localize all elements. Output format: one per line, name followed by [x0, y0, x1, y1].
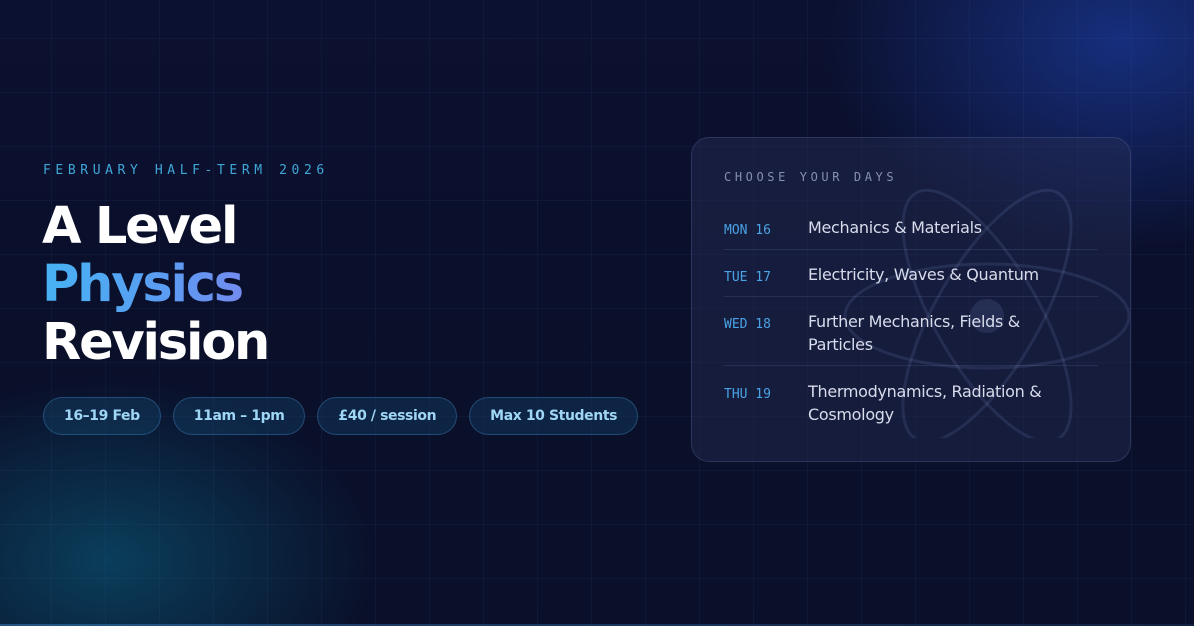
schedule-row-wed[interactable]: WED 18 Further Mechanics, Fields & Parti… — [724, 297, 1098, 366]
schedule-row-tue[interactable]: TUE 17 Electricity, Waves & Quantum — [724, 250, 1098, 297]
schedule-day: TUE 17 — [724, 270, 771, 285]
schedule-day: WED 18 — [724, 317, 771, 332]
chip-dates: 16–19 Feb — [43, 397, 161, 435]
schedule-day: MON 16 — [724, 223, 771, 238]
schedule-topic: Further Mechanics, Fields & Particles — [808, 312, 1020, 354]
title-line-revision: Revision — [42, 313, 270, 372]
schedule-topic: Electricity, Waves & Quantum — [808, 265, 1039, 284]
schedule-topic: Thermodynamics, Radiation & Cosmology — [808, 382, 1042, 424]
title-line-a-level: A Level — [42, 197, 238, 256]
schedule-day: THU 19 — [724, 387, 771, 402]
schedule-list: MON 16 Mechanics & Materials TUE 17 Elec… — [724, 204, 1098, 434]
schedule-topic: Mechanics & Materials — [808, 218, 982, 237]
promo-banner: FEBRUARY HALF-TERM 2026 A Level Physics … — [0, 0, 1194, 626]
schedule-card: CHOOSE YOUR DAYS MON 16 Mechanics & Mate… — [691, 137, 1131, 462]
chip-time: 11am – 1pm — [172, 397, 306, 435]
chip-capacity: Max 10 Students — [469, 397, 639, 435]
schedule-row-mon[interactable]: MON 16 Mechanics & Materials — [724, 204, 1098, 250]
schedule-row-thu[interactable]: THU 19 Thermodynamics, Radiation & Cosmo… — [724, 366, 1098, 434]
event-eyebrow: FEBRUARY HALF-TERM 2026 — [43, 163, 329, 178]
page-title: A Level Physics Revision — [42, 197, 270, 372]
title-line-physics: Physics — [42, 256, 268, 314]
schedule-heading: CHOOSE YOUR DAYS — [724, 170, 898, 184]
info-chips: 16–19 Feb 11am – 1pm £40 / session Max 1… — [43, 397, 639, 435]
chip-price: £40 / session — [317, 397, 458, 435]
